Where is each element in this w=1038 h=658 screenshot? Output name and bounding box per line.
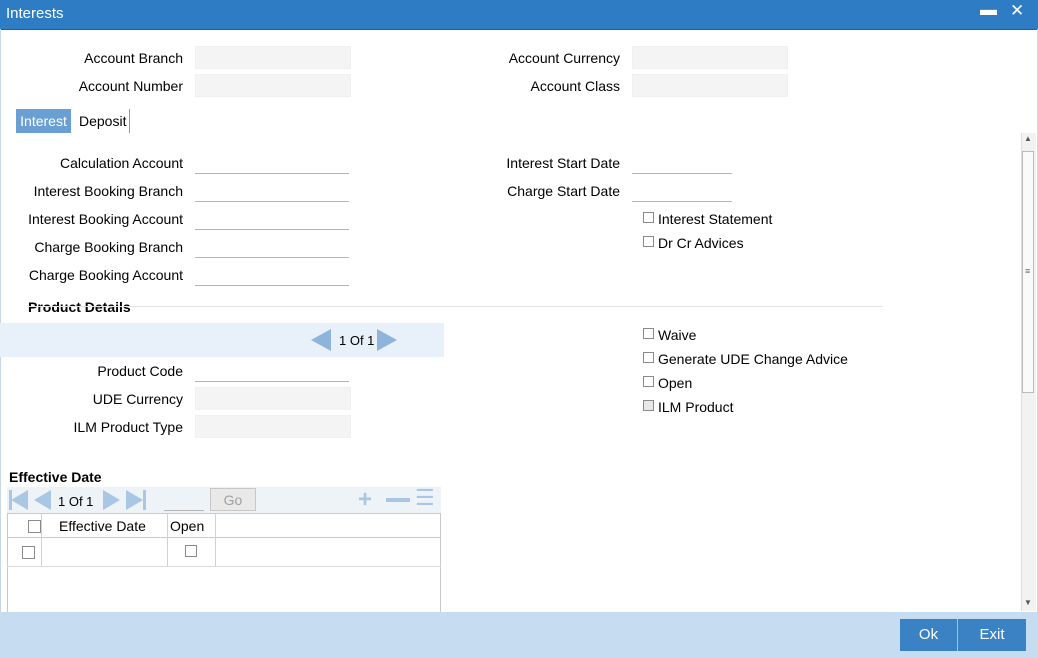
window-titlebar: Interests ▬ ✕ xyxy=(0,0,1038,30)
account-class-field xyxy=(632,74,788,97)
product-code-input[interactable] xyxy=(195,360,349,382)
column-divider xyxy=(215,513,216,567)
row-select-checkbox[interactable] xyxy=(22,546,35,559)
account-currency-field xyxy=(632,46,788,69)
last-page-icon[interactable] xyxy=(126,490,143,510)
window-title: Interests xyxy=(6,5,64,22)
generate-ude-change-advice-checkbox[interactable] xyxy=(643,352,654,363)
grip-icon: ≡ xyxy=(1025,266,1031,276)
last-page-bar xyxy=(143,490,146,510)
ude-currency-label: UDE Currency xyxy=(92,391,183,407)
interest-booking-account-label: Interest Booking Account xyxy=(28,211,183,227)
row-divider xyxy=(7,566,441,567)
close-icon[interactable]: ✕ xyxy=(1010,1,1024,21)
exit-button[interactable]: Exit xyxy=(958,619,1026,651)
interest-statement-checkbox[interactable] xyxy=(643,212,654,223)
ude-currency-field xyxy=(195,387,351,410)
footer-bar xyxy=(0,612,1038,658)
single-view-icon[interactable]: ☰ xyxy=(415,485,435,511)
dr-cr-advices-checkbox[interactable] xyxy=(643,236,654,247)
ilm-product-checkbox xyxy=(643,400,654,411)
column-header-open: Open xyxy=(170,518,205,534)
product-pager-text: 1 Of 1 xyxy=(339,333,375,348)
effective-date-title: Effective Date xyxy=(9,469,102,485)
grid-pager-text: 1 Of 1 xyxy=(58,494,94,509)
interest-statement-label: Interest Statement xyxy=(658,211,773,227)
column-divider xyxy=(41,513,42,567)
charge-booking-branch-input[interactable] xyxy=(195,236,349,258)
next-page-icon[interactable] xyxy=(103,490,120,510)
previous-icon[interactable] xyxy=(311,329,331,351)
charge-booking-account-input[interactable] xyxy=(195,264,349,286)
dr-cr-advices-label: Dr Cr Advices xyxy=(658,235,744,251)
effective-date-cell[interactable] xyxy=(43,540,165,564)
ok-button[interactable]: Ok xyxy=(900,619,957,651)
scroll-down-icon[interactable]: ▼ xyxy=(1024,598,1032,607)
interest-start-date-label: Interest Start Date xyxy=(506,155,620,171)
charge-start-date-input[interactable] xyxy=(632,180,732,202)
account-class-label: Account Class xyxy=(530,78,620,94)
column-divider xyxy=(167,513,168,567)
row-open-checkbox[interactable] xyxy=(185,545,197,557)
scroll-up-icon[interactable]: ▲ xyxy=(1024,134,1032,143)
page-number-input[interactable] xyxy=(164,510,204,511)
generate-ude-change-advice-label: Generate UDE Change Advice xyxy=(658,351,848,367)
first-page-icon[interactable] xyxy=(11,490,28,510)
section-divider xyxy=(28,306,883,307)
waive-checkbox[interactable] xyxy=(643,328,654,339)
tab-deposit[interactable]: Deposit xyxy=(79,109,126,133)
column-header-effective-date: Effective Date xyxy=(59,518,146,534)
waive-label: Waive xyxy=(658,327,697,343)
product-code-label: Product Code xyxy=(97,363,183,379)
product-details-title: Product Details xyxy=(28,299,131,315)
minimize-icon[interactable]: ▬ xyxy=(980,0,997,20)
delete-row-icon[interactable] xyxy=(386,498,410,502)
add-row-icon[interactable]: + xyxy=(358,486,372,514)
account-currency-label: Account Currency xyxy=(508,50,620,66)
open-label: Open xyxy=(658,375,693,391)
tab-divider xyxy=(129,109,130,133)
go-button[interactable]: Go xyxy=(210,488,256,511)
interest-start-date-input[interactable] xyxy=(632,152,732,174)
ilm-product-type-label: ILM Product Type xyxy=(73,419,183,435)
charge-booking-branch-label: Charge Booking Branch xyxy=(34,239,183,255)
interest-booking-account-input[interactable] xyxy=(195,208,349,230)
open-checkbox[interactable] xyxy=(643,376,654,387)
tab-interest[interactable]: Interest xyxy=(16,109,71,133)
next-icon[interactable] xyxy=(377,329,397,351)
previous-page-icon[interactable] xyxy=(34,490,51,510)
select-all-checkbox[interactable] xyxy=(28,520,41,533)
ilm-product-label: ILM Product xyxy=(658,399,734,415)
charge-start-date-label: Charge Start Date xyxy=(507,183,620,199)
charge-booking-account-label: Charge Booking Account xyxy=(28,267,183,283)
ilm-product-type-field xyxy=(195,415,351,438)
